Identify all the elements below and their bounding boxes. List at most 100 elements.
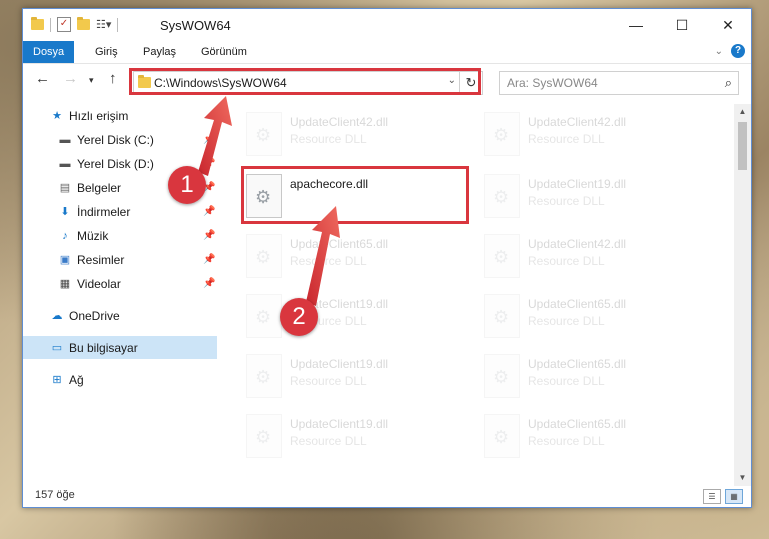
- sidebar-item-music[interactable]: ♪ Müzik 📌: [23, 224, 217, 247]
- new-folder-icon[interactable]: [77, 17, 90, 30]
- sidebar-item-quick-access[interactable]: ★ Hızlı erişim: [23, 104, 217, 127]
- dll-file-icon: [484, 174, 520, 218]
- dll-file-icon: [484, 414, 520, 458]
- tab-home[interactable]: Giriş: [85, 41, 128, 63]
- file-tile[interactable]: UpdateClient65.dll Resource DLL: [476, 350, 706, 406]
- pin-icon[interactable]: 📌: [203, 206, 215, 217]
- ribbon-tabs: Dosya Giriş Paylaş Görünüm ⌄ ?: [23, 41, 751, 64]
- dll-file-icon: [484, 354, 520, 398]
- dll-file-icon: [484, 112, 520, 156]
- scrollbar-thumb[interactable]: [738, 122, 747, 170]
- music-icon: ♪: [62, 229, 68, 242]
- forward-arrow-icon[interactable]: →: [63, 70, 78, 87]
- sidebar-item-label: Videolar: [77, 276, 121, 291]
- file-tile[interactable]: UpdateClient65.dll Resource DLL: [476, 290, 706, 346]
- drive-icon: ▬: [59, 133, 71, 146]
- file-name: UpdateClient19.dll: [290, 417, 389, 431]
- sidebar-item-label: Yerel Disk (C:): [77, 132, 154, 147]
- file-description: Resource DLL: [528, 434, 605, 448]
- sidebar-item-onedrive[interactable]: ☁ OneDrive: [23, 304, 217, 327]
- pin-icon[interactable]: 📌: [203, 278, 215, 289]
- tab-share[interactable]: Paylaş: [133, 41, 186, 63]
- sidebar-item-label: Müzik: [77, 228, 109, 243]
- sidebar-item-network[interactable]: ⊞ Ağ: [23, 368, 217, 391]
- sidebar-item-videos[interactable]: ▦ Videolar 📌: [23, 272, 217, 295]
- file-tile[interactable]: UpdateClient19.dll Resource DLL: [476, 170, 706, 226]
- file-name: UpdateClient42.dll: [528, 115, 627, 129]
- star-icon: ★: [52, 110, 62, 122]
- file-name: UpdateClient65.dll: [528, 357, 627, 371]
- file-name: UpdateClient65.dll: [290, 237, 389, 251]
- view-toggle: ☰ ▦: [703, 489, 743, 504]
- file-name: UpdateClient42.dll: [528, 237, 627, 251]
- file-tile[interactable]: UpdateClient65.dll Resource DLL: [476, 410, 706, 466]
- tiles-view-icon[interactable]: ▦: [725, 489, 743, 504]
- help-icon[interactable]: ?: [731, 44, 745, 58]
- sidebar-item-label: OneDrive: [69, 308, 120, 323]
- minimize-button[interactable]: —: [613, 9, 659, 41]
- dll-file-icon: [246, 354, 282, 398]
- step-2-marker: 2: [280, 298, 318, 336]
- sidebar-item-pictures[interactable]: ▣ Resimler 📌: [23, 248, 217, 271]
- tab-file[interactable]: Dosya: [23, 41, 75, 63]
- divider: [117, 17, 119, 32]
- status-bar: 157 öğe ☰ ▦: [23, 486, 751, 507]
- search-input[interactable]: Ara: SysWOW64 ⌕: [499, 71, 739, 95]
- drive-icon: ▬: [59, 157, 71, 170]
- pin-icon[interactable]: 📌: [203, 134, 215, 145]
- maximize-button[interactable]: ☐: [659, 9, 705, 41]
- dll-file-icon: [246, 414, 282, 458]
- file-name: UpdateClient19.dll: [528, 177, 627, 191]
- pin-icon[interactable]: 📌: [203, 230, 215, 241]
- file-tile[interactable]: UpdateClient19.dll Resource DLL: [238, 350, 468, 406]
- up-arrow-icon[interactable]: ↑: [109, 70, 117, 87]
- title-bar: ✓ ☷▾ SysWOW64 — ☐ ✕: [23, 9, 751, 41]
- file-description: Resource DLL: [528, 314, 605, 328]
- properties-icon[interactable]: ✓: [57, 17, 71, 32]
- file-description: Resource DLL: [290, 374, 367, 388]
- dll-file-icon: [484, 234, 520, 278]
- search-icon[interactable]: ⌕: [725, 75, 732, 91]
- file-description: Resource DLL: [290, 132, 367, 146]
- customize-toolbar-icon[interactable]: ☷▾: [96, 18, 111, 31]
- navigation-bar: ← → ▾ ↑ C:\Windows\SysWOW64 ⌄ ↻ Ara: Sys…: [23, 66, 751, 96]
- file-tile[interactable]: UpdateClient19.dll Resource DLL: [238, 290, 468, 346]
- close-button[interactable]: ✕: [705, 9, 751, 41]
- vertical-scrollbar[interactable]: ▲ ▼: [734, 104, 751, 486]
- sidebar-item-label: Resimler: [77, 252, 125, 267]
- file-tile[interactable]: UpdateClient65.dll Resource DLL: [238, 230, 468, 286]
- sidebar-item-this-pc[interactable]: ▭ Bu bilgisayar: [23, 336, 217, 359]
- file-list: UpdateClient42.dll Resource DLL UpdateCl…: [238, 104, 733, 479]
- divider: [50, 17, 51, 32]
- file-description: Resource DLL: [290, 434, 367, 448]
- tab-view[interactable]: Görünüm: [191, 41, 257, 63]
- recent-locations-icon[interactable]: ▾: [89, 75, 94, 86]
- pin-icon[interactable]: 📌: [203, 158, 215, 169]
- folder-icon: [31, 17, 44, 30]
- window-title: SysWOW64: [160, 18, 231, 33]
- file-description: Resource DLL: [528, 374, 605, 388]
- file-description: Resource DLL: [290, 254, 367, 268]
- sidebar-item-label: Hızlı erişim: [69, 108, 129, 123]
- scroll-down-icon[interactable]: ▼: [734, 470, 751, 486]
- file-description: Resource DLL: [528, 254, 605, 268]
- dll-file-icon: [246, 294, 282, 338]
- file-tile[interactable]: UpdateClient19.dll Resource DLL: [238, 410, 468, 466]
- sidebar-item-label: Yerel Disk (D:): [77, 156, 154, 171]
- expand-ribbon-icon[interactable]: ⌄: [715, 46, 723, 57]
- back-arrow-icon[interactable]: ←: [35, 70, 50, 87]
- cloud-icon: ☁: [51, 310, 63, 322]
- dll-file-icon: [246, 112, 282, 156]
- pin-icon[interactable]: 📌: [203, 254, 215, 265]
- file-tile[interactable]: UpdateClient42.dll Resource DLL: [476, 230, 706, 286]
- window-controls: — ☐ ✕: [613, 9, 751, 41]
- scroll-up-icon[interactable]: ▲: [734, 104, 751, 120]
- quick-access-toolbar: ✓ ☷▾: [31, 17, 119, 32]
- file-tile[interactable]: UpdateClient42.dll Resource DLL: [476, 108, 706, 164]
- file-tile[interactable]: UpdateClient42.dll Resource DLL: [238, 108, 468, 164]
- file-description: Resource DLL: [528, 194, 605, 208]
- sidebar-item-local-disk-c[interactable]: ▬ Yerel Disk (C:) 📌: [23, 128, 217, 151]
- dll-file-icon: [484, 294, 520, 338]
- computer-icon: ▭: [51, 342, 63, 354]
- details-view-icon[interactable]: ☰: [703, 489, 721, 504]
